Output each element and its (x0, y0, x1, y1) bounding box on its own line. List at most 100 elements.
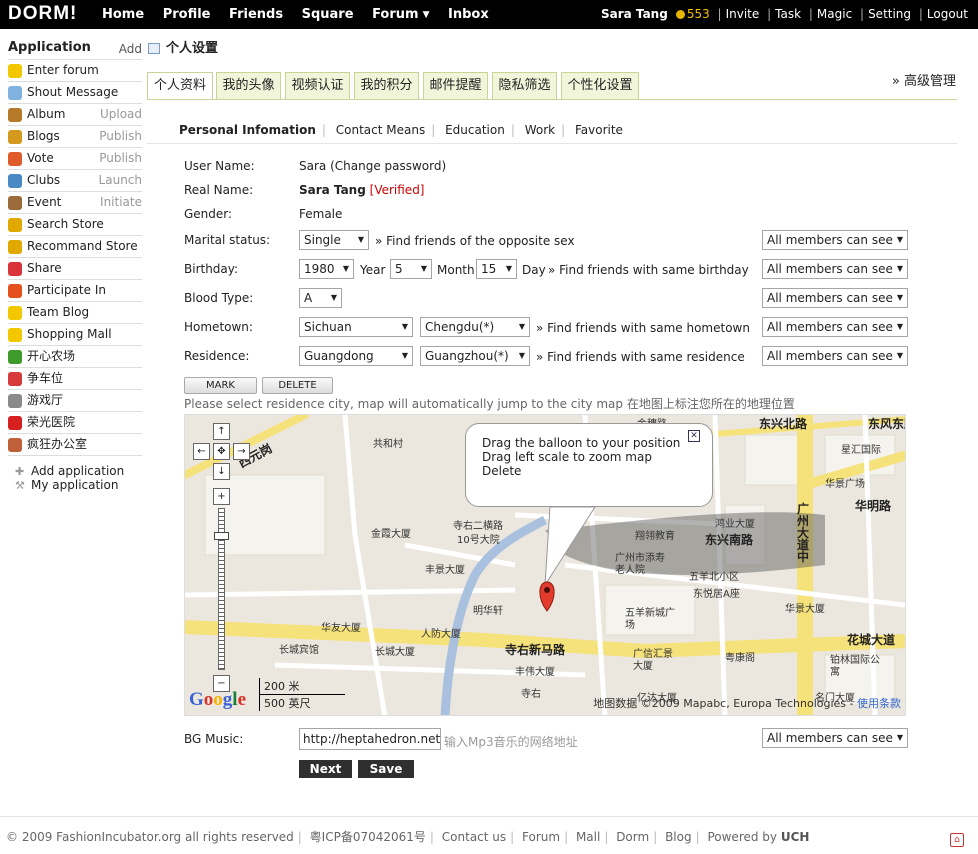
marital-note[interactable]: » Find friends of the opposite sex (375, 234, 575, 248)
sidebar-item[interactable]: Participate In (8, 280, 142, 302)
balloon-delete-link[interactable]: Delete (482, 464, 696, 478)
sidebar-item[interactable]: Search Store (8, 214, 142, 236)
username-value[interactable]: Sara (Change password) (299, 159, 446, 173)
hometown-note[interactable]: » Find friends with same hometown (536, 321, 750, 335)
map-label: 丰景大厦 (425, 565, 465, 576)
sidebar-item[interactable]: Clubs Launch (8, 170, 142, 192)
nav-profile[interactable]: Profile (163, 7, 211, 22)
nav-forum[interactable]: Forum ▼ (372, 7, 429, 22)
sidebar-item[interactable]: 疯狂办公室 (8, 434, 142, 456)
invite-link[interactable]: Invite (726, 7, 760, 21)
task-link[interactable]: Task (775, 7, 801, 21)
zoom-in-button[interactable]: + (213, 488, 230, 505)
sidebar-item[interactable]: Recommand Store (8, 236, 142, 258)
mark-button[interactable]: MARK (184, 377, 257, 394)
tab-video-verify[interactable]: 视频认证 (285, 72, 350, 100)
footer-powered-brand[interactable]: UCH (781, 830, 810, 844)
subtab-work[interactable]: Work (525, 123, 555, 137)
sidebar-item[interactable]: 开心农场 (8, 346, 142, 368)
tab-privacy-filter[interactable]: 隐私筛选 (492, 72, 557, 100)
sidebar-item[interactable]: Vote Publish (8, 148, 142, 170)
bg-music-privacy-select[interactable]: All members can see ▼ (762, 728, 908, 748)
add-application-link[interactable]: ✚ Add application (15, 464, 142, 478)
sidebar-item[interactable]: Blogs Publish (8, 126, 142, 148)
birth-year-select[interactable]: 1980 ▼ (299, 259, 354, 279)
footer-contact-link[interactable]: Contact us (442, 830, 506, 844)
sidebar-item[interactable]: 荣光医院 (8, 412, 142, 434)
blood-privacy-select[interactable]: All members can see ▼ (762, 288, 908, 308)
pan-down-button[interactable]: ↓ (213, 463, 230, 480)
residence-province-select[interactable]: Guangdong ▼ (299, 346, 413, 366)
hometown-city-select[interactable]: Chengdu(*) ▼ (420, 317, 530, 337)
magic-link[interactable]: Magic (817, 7, 852, 21)
residence-privacy-select[interactable]: All members can see ▼ (762, 346, 908, 366)
map-view[interactable]: 东风东路 金穗路 星汇国际 共和村 西元岗 东兴北路 寺右二横路 10号大院 金… (184, 414, 906, 716)
sidebar-item[interactable]: 争车位 (8, 368, 142, 390)
logo[interactable]: DORM! (8, 3, 77, 25)
tab-personalize[interactable]: 个性化设置 (561, 72, 639, 100)
setting-link[interactable]: Setting (868, 7, 911, 21)
sidebar-item-action[interactable]: Publish (99, 126, 142, 147)
zoom-slider-handle[interactable] (214, 532, 229, 540)
my-application-link[interactable]: ⚒ My application (15, 478, 142, 492)
sidebar-item[interactable]: Event Initiate (8, 192, 142, 214)
tab-points[interactable]: 我的积分 (354, 72, 419, 100)
subtab-favorite[interactable]: Favorite (575, 123, 623, 137)
subtab-contact-means[interactable]: Contact Means (336, 123, 425, 137)
birthday-note[interactable]: » Find friends with same birthday (548, 263, 749, 277)
pan-center-button[interactable]: ✥ (213, 443, 230, 460)
tab-profile[interactable]: 个人资料 (147, 72, 213, 100)
footer-forum-link[interactable]: Forum (522, 830, 560, 844)
pan-up-button[interactable]: ↑ (213, 423, 230, 440)
marital-selected: Single (304, 233, 341, 247)
footer-blog-link[interactable]: Blog (665, 830, 692, 844)
marital-privacy-select[interactable]: All members can see ▼ (762, 230, 908, 250)
bg-music-input[interactable]: http://heptahedron.net/ (299, 728, 441, 750)
birth-month-select[interactable]: 5 ▼ (390, 259, 432, 279)
sidebar-item-action[interactable]: Publish (99, 148, 142, 169)
subtab-education[interactable]: Education (445, 123, 505, 137)
tab-email-reminder[interactable]: 邮件提醒 (423, 72, 488, 100)
footer-mall-link[interactable]: Mall (576, 830, 600, 844)
sidebar-item[interactable]: Enter forum (8, 60, 142, 82)
sidebar-item-action[interactable]: Launch (99, 170, 142, 191)
close-icon[interactable]: ✕ (688, 430, 700, 442)
sidebar-item-action[interactable]: Upload (100, 104, 142, 125)
nav-friends[interactable]: Friends (229, 7, 283, 22)
sidebar-item-label: Search Store (27, 217, 104, 231)
residence-city-select[interactable]: Guangzhou(*) ▼ (420, 346, 530, 366)
map-terms-link[interactable]: 使用条款 (857, 697, 901, 710)
logout-link[interactable]: Logout (927, 7, 968, 21)
footer-icp[interactable]: 粤ICP备07042061号 (310, 830, 426, 844)
sidebar-item-action[interactable]: Initiate (100, 192, 142, 213)
hometown-province-select[interactable]: Sichuan ▼ (299, 317, 413, 337)
sidebar-item[interactable]: Album Upload (8, 104, 142, 126)
add-app-link[interactable]: Add (119, 42, 142, 56)
residence-note[interactable]: » Find friends with same residence (536, 350, 745, 364)
sidebar-item[interactable]: Shout Message (8, 82, 142, 104)
realname-label: Real Name: (184, 183, 254, 197)
nav-home[interactable]: Home (102, 7, 144, 22)
sidebar-item[interactable]: Team Blog (8, 302, 142, 324)
home-icon[interactable]: ⌂ (950, 833, 964, 847)
subtab-personal-info[interactable]: Personal Infomation (179, 123, 316, 137)
save-button[interactable]: Save (358, 760, 414, 778)
sidebar-item[interactable]: 游戏厅 (8, 390, 142, 412)
nav-inbox[interactable]: Inbox (448, 7, 489, 22)
tab-avatar[interactable]: 我的头像 (216, 72, 281, 100)
advanced-manage-link[interactable]: » 高级管理 (892, 70, 956, 89)
nav-square[interactable]: Square (302, 7, 354, 22)
hometown-privacy-select[interactable]: All members can see ▼ (762, 317, 908, 337)
sidebar-item[interactable]: Share (8, 258, 142, 280)
footer-dorm-link[interactable]: Dorm (616, 830, 649, 844)
pan-right-button[interactable]: → (233, 443, 250, 460)
user-name[interactable]: Sara Tang (601, 7, 668, 21)
blood-select[interactable]: A ▼ (299, 288, 342, 308)
pan-left-button[interactable]: ← (193, 443, 210, 460)
next-button[interactable]: Next (299, 760, 352, 778)
sidebar-item[interactable]: Shopping Mall (8, 324, 142, 346)
delete-button[interactable]: DELETE (262, 377, 333, 394)
birth-day-select[interactable]: 15 ▼ (476, 259, 517, 279)
marital-select[interactable]: Single ▼ (299, 230, 369, 250)
birthday-privacy-select[interactable]: All members can see ▼ (762, 259, 908, 279)
